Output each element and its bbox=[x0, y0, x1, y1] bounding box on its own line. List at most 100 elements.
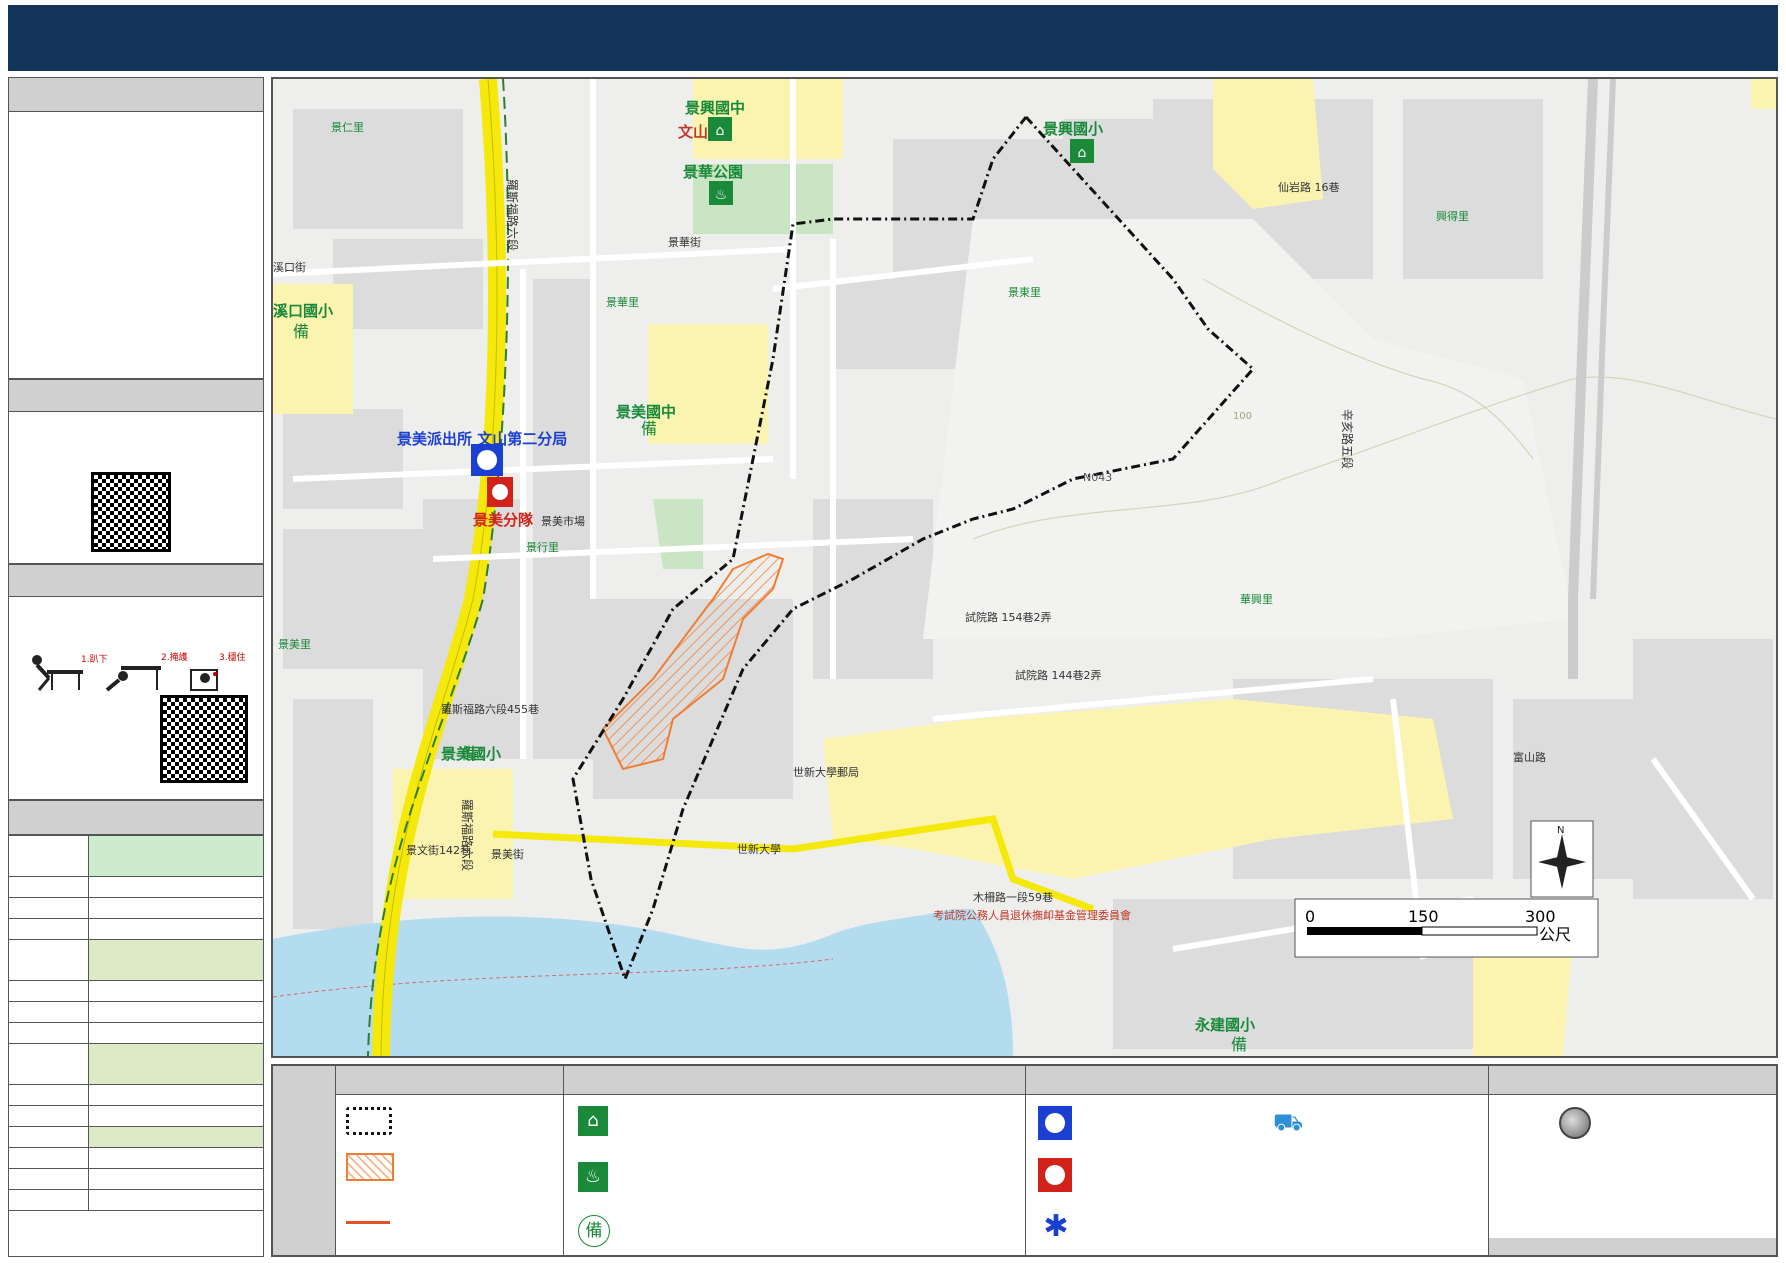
fire-icon bbox=[1038, 1158, 1072, 1192]
police-station-icon[interactable] bbox=[471, 444, 503, 476]
legend-divider bbox=[563, 1066, 564, 1255]
label-xikou-st: 溪口街 bbox=[273, 260, 306, 274]
label-wenshan: 文山 bbox=[678, 123, 708, 141]
label-yongjian-elem: 永建國小 bbox=[1194, 1016, 1255, 1034]
fire-station-icon[interactable] bbox=[487, 477, 513, 507]
svg-text:⌂: ⌂ bbox=[716, 123, 725, 139]
label-jingxing-jh: 景興國中 bbox=[685, 99, 745, 117]
table-row bbox=[8, 1126, 264, 1148]
table-row bbox=[8, 876, 264, 898]
drop-figure-icon bbox=[32, 655, 83, 691]
scale-bar: 0 150 300 公尺 bbox=[1294, 898, 1599, 958]
label-xikou-elem: 溪口國小 bbox=[273, 302, 333, 320]
park-shelter-icon: ♨ bbox=[578, 1162, 608, 1192]
label-shixin-post: 世新大學郵局 bbox=[793, 765, 859, 779]
label-xianyan-rd: 仙岩路 16巷 bbox=[1278, 180, 1340, 194]
medical-icon: ✱ bbox=[1043, 1209, 1069, 1244]
label-jinghua-st: 景華街 bbox=[668, 235, 701, 249]
drill-qr-code[interactable] bbox=[160, 695, 248, 783]
evacuation-shelter-icon: ⌂ bbox=[578, 1106, 608, 1136]
standby-xikou-icon: 備 bbox=[293, 322, 309, 341]
info-panel bbox=[8, 77, 264, 379]
label-jingxing-li: 景行里 bbox=[526, 541, 559, 554]
table-row bbox=[8, 1084, 264, 1106]
standby-yongjian-icon: 備 bbox=[1231, 1035, 1247, 1054]
label-xingde-li: 興得里 bbox=[1436, 210, 1469, 223]
legend-route-swatch bbox=[346, 1221, 390, 1224]
cover-figure-icon bbox=[105, 666, 161, 692]
svg-text:⌂: ⌂ bbox=[1078, 145, 1087, 161]
shelter-jingxing-jh-icon[interactable]: ⌂ bbox=[708, 117, 732, 141]
label-huaxing-li: 華興里 bbox=[1240, 593, 1273, 606]
label-roosevelt-rd-2: 羅斯福路六段 bbox=[460, 799, 475, 871]
table-row bbox=[8, 1105, 264, 1127]
north-label: N bbox=[1557, 825, 1564, 836]
drill-panel-head bbox=[9, 565, 263, 597]
drill-panel: 1.趴下 2.掩護 3.穩住 bbox=[8, 564, 264, 800]
jingmei-jh-area bbox=[648, 324, 768, 444]
label-jingren-li: 景仁里 bbox=[331, 121, 364, 134]
table-row bbox=[8, 1168, 264, 1190]
label-fushan-rd: 富山路 bbox=[1513, 750, 1546, 764]
legend-hazard-swatch bbox=[346, 1153, 394, 1181]
table-row bbox=[8, 1001, 264, 1023]
legend-footer bbox=[1489, 1238, 1776, 1255]
drill-illustration: 1.趴下 2.掩護 3.穩住 bbox=[32, 651, 246, 692]
label-n043: N043 bbox=[1083, 471, 1112, 484]
map-canvas[interactable]: 100 ⌂ ♨ ⌂ 景興國中 文山 景華公園 景興國小 景美國中 溪口國小 景美… bbox=[273, 79, 1776, 1056]
table-row bbox=[8, 1022, 264, 1044]
scale-tick-150: 150 bbox=[1408, 907, 1439, 926]
table-row bbox=[8, 897, 264, 919]
legend-side-head bbox=[273, 1066, 335, 1255]
stats-panel bbox=[8, 800, 264, 1257]
info-panel-head bbox=[9, 78, 263, 112]
hold-figure-icon bbox=[190, 669, 218, 691]
police-icon bbox=[1038, 1106, 1072, 1140]
table-row bbox=[8, 1147, 264, 1169]
stats-panel-head bbox=[9, 801, 263, 835]
label-muzha-rd: 木柵路一段59巷 bbox=[973, 890, 1053, 904]
table-row bbox=[8, 980, 264, 1002]
park-shelter-jinghua-icon[interactable]: ♨ bbox=[709, 181, 733, 205]
table-row bbox=[8, 1043, 264, 1085]
drill-step2: 2.掩護 bbox=[161, 651, 188, 663]
legend-divider bbox=[1488, 1066, 1489, 1255]
drill-step3: 3.穩住 bbox=[219, 651, 246, 663]
label-shiyuan144: 試院路 144巷2弄 bbox=[1015, 668, 1102, 682]
contour-label: 100 bbox=[1233, 411, 1252, 422]
monitor-point-icon bbox=[1559, 1107, 1591, 1139]
standby-jingmei-elem-icon: 備 bbox=[461, 744, 477, 763]
scale-unit: 公尺 bbox=[1539, 925, 1571, 944]
label-jingxing-elem: 景興國小 bbox=[1043, 120, 1103, 138]
legend: ⌂ ♨ 備 ✱ ⛟ bbox=[271, 1064, 1778, 1257]
table-row bbox=[8, 939, 264, 981]
table-row bbox=[8, 835, 264, 877]
label-shixin-univ: 世新大學 bbox=[737, 842, 781, 856]
svg-text:♨: ♨ bbox=[715, 187, 728, 203]
helicopter-icon: ⛟ bbox=[1273, 1108, 1304, 1136]
school-edge bbox=[1751, 79, 1776, 109]
label-jingmei-market: 景美市場 bbox=[541, 514, 585, 528]
scale-tick-300: 300 bbox=[1525, 907, 1556, 926]
map-view[interactable]: 100 ⌂ ♨ ⌂ 景興國中 文山 景華公園 景興國小 景美國中 溪口國小 景美… bbox=[271, 77, 1778, 1058]
label-exam-yuan: 考試院公務人員退休撫卹基金管理委員會 bbox=[933, 908, 1131, 922]
legend-divider bbox=[335, 1066, 336, 1255]
label-jingmei-st: 景美街 bbox=[491, 847, 524, 861]
legend-divider bbox=[1025, 1066, 1026, 1255]
label-xinhai-rd: 辛亥路五段 bbox=[1340, 409, 1355, 469]
header-bar bbox=[8, 5, 1778, 71]
qr-code[interactable] bbox=[91, 472, 171, 552]
qr-panel-head bbox=[9, 380, 263, 412]
label-police: 景美派出所 文山第二分局 bbox=[397, 430, 567, 448]
table-row bbox=[8, 918, 264, 940]
table-row bbox=[8, 1189, 264, 1211]
label-roosevelt455: 羅斯福路六段455巷 bbox=[441, 702, 539, 716]
shelter-jingxing-elem-icon[interactable]: ⌂ bbox=[1070, 139, 1094, 163]
qr-panel bbox=[8, 379, 264, 564]
stats-table bbox=[8, 835, 264, 1211]
standby-shelter-icon: 備 bbox=[578, 1215, 610, 1247]
label-roosevelt-rd: 羅斯福路六段 bbox=[505, 179, 520, 251]
label-jinghua-park: 景華公園 bbox=[683, 163, 743, 181]
scale-tick-0: 0 bbox=[1305, 907, 1315, 926]
standby-jingmei-jh-icon: 備 bbox=[641, 419, 657, 438]
